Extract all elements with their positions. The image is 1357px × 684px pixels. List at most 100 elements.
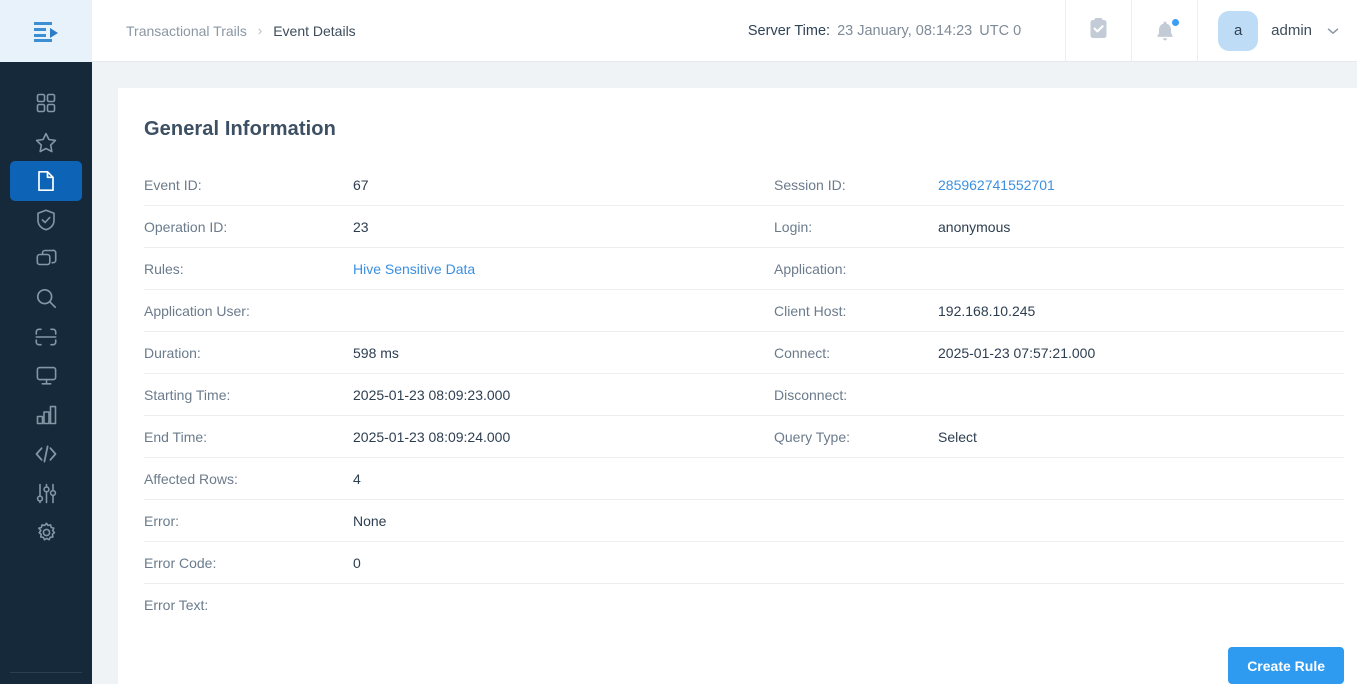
detail-value: 192.168.10.245 bbox=[938, 302, 1036, 319]
app-logo[interactable] bbox=[0, 0, 92, 62]
sidebar-item-developer[interactable] bbox=[10, 434, 82, 474]
sidebar-item-layers[interactable] bbox=[10, 239, 82, 279]
chevron-down-icon bbox=[1327, 26, 1339, 38]
gear-icon bbox=[36, 522, 57, 543]
detail-rules: Rules: Hive Sensitive Data bbox=[144, 248, 774, 290]
username: admin bbox=[1271, 22, 1312, 39]
avatar: a bbox=[1218, 10, 1259, 51]
detail-starting-time: Starting Time: 2025-01-23 08:09:23.000 bbox=[144, 374, 774, 416]
main-area: Transactional Trails › Event Details Ser… bbox=[92, 0, 1357, 684]
sidebar-item-scan[interactable] bbox=[10, 317, 82, 357]
detail-label: Login: bbox=[774, 218, 813, 235]
notification-badge bbox=[1171, 18, 1179, 26]
topbar: Transactional Trails › Event Details Ser… bbox=[92, 0, 1357, 62]
document-icon bbox=[36, 170, 56, 192]
sidebar-nav bbox=[0, 62, 92, 672]
detail-event-id: Event ID: 67 bbox=[144, 164, 774, 206]
table-row: Rules: Hive Sensitive Data Application: bbox=[144, 248, 1344, 290]
detail-label: Client Host: bbox=[774, 302, 847, 319]
detail-value-link[interactable]: 285962741552701 bbox=[938, 177, 1055, 193]
detail-value-link[interactable]: Hive Sensitive Data bbox=[353, 261, 475, 277]
detail-error-text: Error Text: bbox=[144, 584, 1344, 626]
breadcrumb-separator: › bbox=[257, 23, 263, 38]
star-icon bbox=[35, 132, 57, 153]
sidebar-item-reports[interactable] bbox=[10, 161, 82, 201]
table-row: Error Text: bbox=[144, 584, 1344, 626]
detail-label: Session ID: bbox=[774, 176, 846, 193]
server-time: Server Time: 23 January, 08:14:23 UTC 0 bbox=[748, 23, 1065, 39]
detail-label: Error Code: bbox=[144, 554, 217, 571]
bell-icon bbox=[1155, 18, 1179, 42]
server-time-timezone: UTC 0 bbox=[979, 22, 1022, 39]
app-root: Transactional Trails › Event Details Ser… bbox=[0, 0, 1357, 684]
clipboard-check-icon bbox=[1089, 17, 1108, 44]
sidebar-item-settings[interactable] bbox=[10, 512, 82, 552]
scan-frame-icon bbox=[35, 328, 57, 346]
detail-label: Affected Rows: bbox=[144, 470, 238, 487]
detail-disconnect: Disconnect: bbox=[774, 374, 1344, 416]
table-row: Event ID: 67 Session ID: 285962741552701 bbox=[144, 164, 1344, 206]
detail-label: Operation ID: bbox=[144, 218, 228, 235]
search-icon bbox=[36, 288, 57, 309]
breadcrumb-root[interactable]: Transactional Trails bbox=[126, 23, 247, 39]
detail-application-user: Application User: bbox=[144, 290, 774, 332]
detail-label: End Time: bbox=[144, 428, 208, 445]
table-row: Error: None bbox=[144, 500, 1344, 542]
details-grid: Event ID: 67 Session ID: 285962741552701… bbox=[144, 164, 1344, 626]
detail-session-id: Session ID: 285962741552701 bbox=[774, 164, 1344, 206]
content-area: General Information Event ID: 67 Session… bbox=[92, 62, 1357, 684]
detail-application: Application: bbox=[774, 248, 1344, 290]
detail-value: 2025-01-23 08:09:23.000 bbox=[353, 386, 511, 403]
detail-label: Event ID: bbox=[144, 176, 202, 193]
detail-value: 598 ms bbox=[353, 344, 399, 361]
sidebar-item-monitoring[interactable] bbox=[10, 356, 82, 396]
detail-value: 2025-01-23 07:57:21.000 bbox=[938, 344, 1096, 361]
detail-value: Select bbox=[938, 428, 977, 445]
shield-check-icon bbox=[36, 209, 56, 231]
detail-value: None bbox=[353, 512, 387, 529]
detail-login: Login: anonymous bbox=[774, 206, 1344, 248]
detail-label: Connect: bbox=[774, 344, 831, 361]
detail-duration: Duration: 598 ms bbox=[144, 332, 774, 374]
sidebar-item-dashboard[interactable] bbox=[10, 83, 82, 123]
detail-label: Application User: bbox=[144, 302, 250, 319]
server-time-label: Server Time: bbox=[747, 22, 831, 39]
table-row: Duration: 598 ms Connect: 2025-01-23 07:… bbox=[144, 332, 1344, 374]
monitor-icon bbox=[36, 366, 57, 386]
detail-value: 0 bbox=[353, 554, 361, 571]
sidebar-item-favorites[interactable] bbox=[10, 122, 82, 162]
table-row: End Time: 2025-01-23 08:09:24.000 Query … bbox=[144, 416, 1344, 458]
card-actions: Create Rule bbox=[144, 626, 1344, 684]
table-row: Error Code: 0 bbox=[144, 542, 1344, 584]
user-menu[interactable]: a admin bbox=[1197, 0, 1357, 62]
detail-label: Application: bbox=[774, 260, 847, 277]
detail-query-type: Query Type: Select bbox=[774, 416, 1344, 458]
create-rule-button[interactable]: Create Rule bbox=[1228, 647, 1344, 684]
notifications-button[interactable] bbox=[1131, 0, 1197, 62]
bar-chart-icon bbox=[36, 405, 57, 425]
detail-connect: Connect: 2025-01-23 07:57:21.000 bbox=[774, 332, 1344, 374]
tasks-button[interactable] bbox=[1065, 0, 1131, 62]
detail-value: 4 bbox=[353, 470, 361, 487]
sidebar-item-security[interactable] bbox=[10, 200, 82, 240]
table-row: Starting Time: 2025-01-23 08:09:23.000 D… bbox=[144, 374, 1344, 416]
page-title: General Information bbox=[144, 118, 336, 140]
detail-label: Error: bbox=[144, 512, 179, 529]
detail-label: Query Type: bbox=[774, 428, 851, 445]
breadcrumb-current: Event Details bbox=[273, 22, 356, 39]
table-row: Affected Rows: 4 bbox=[144, 458, 1344, 500]
sidebar-item-configuration[interactable] bbox=[10, 473, 82, 513]
sidebar-item-analytics[interactable] bbox=[10, 395, 82, 435]
detail-label: Disconnect: bbox=[774, 386, 848, 403]
detail-label: Error Text: bbox=[144, 597, 209, 613]
detail-label: Duration: bbox=[144, 344, 201, 361]
server-time-value: 23 January, 08:14:23 bbox=[837, 22, 973, 39]
breadcrumb: Transactional Trails › Event Details bbox=[92, 23, 356, 39]
sidebar bbox=[0, 0, 92, 684]
detail-affected-rows: Affected Rows: 4 bbox=[144, 458, 1344, 500]
code-icon bbox=[35, 445, 57, 463]
sidebar-item-discovery[interactable] bbox=[10, 278, 82, 318]
detail-error: Error: None bbox=[144, 500, 1344, 542]
detail-operation-id: Operation ID: 23 bbox=[144, 206, 774, 248]
sidebar-divider bbox=[10, 672, 82, 673]
